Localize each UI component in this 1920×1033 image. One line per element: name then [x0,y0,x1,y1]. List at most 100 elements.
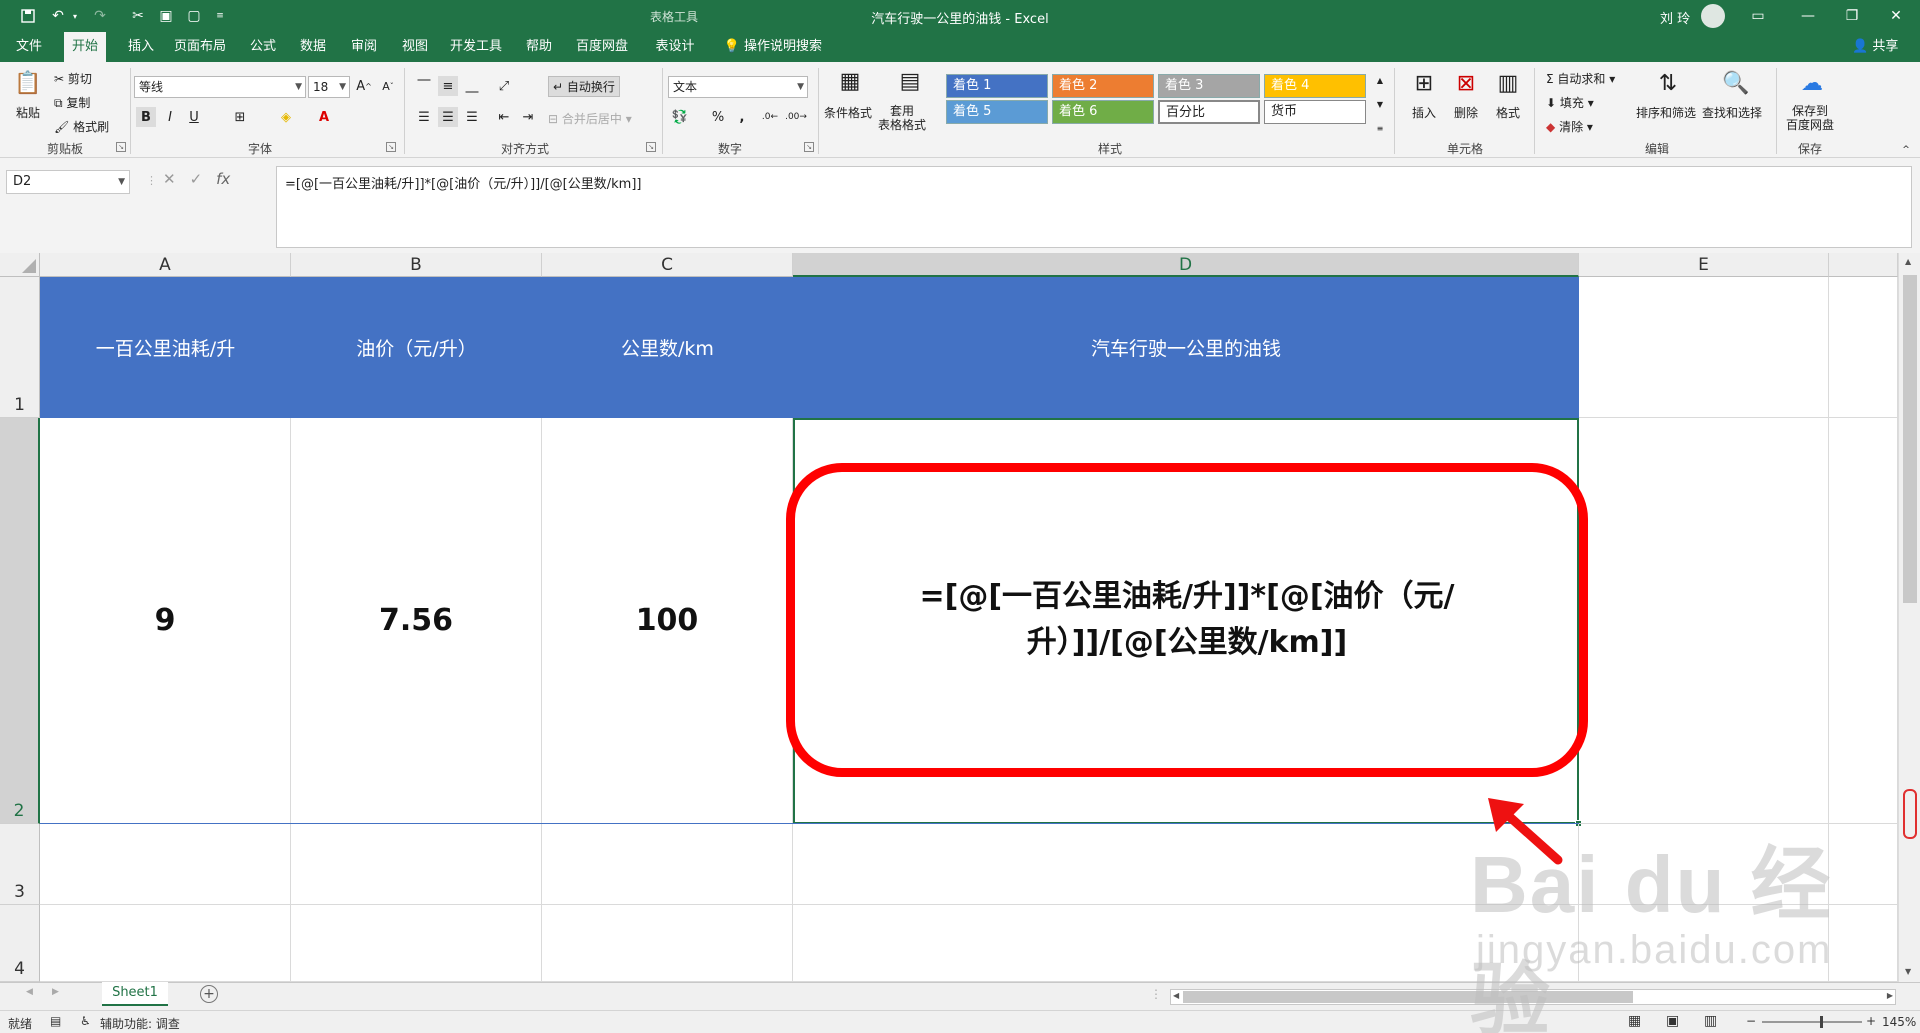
column-header-a[interactable]: A [40,253,291,277]
fill-button[interactable]: ⬇ 填充 ▾ [1546,94,1594,111]
scroll-left-icon[interactable]: ◀ [1173,991,1179,1000]
shrink-font-icon[interactable]: Aˇ [378,76,398,96]
tab-home[interactable]: 开始 [64,32,106,62]
page-break-icon[interactable]: ▥ [1704,1013,1717,1029]
formula-input[interactable]: =[@[一百公里油耗/升]]*[@[油价（元/升）]]/[@[公里数/km]] [276,166,1912,248]
cancel-icon[interactable]: ✕ [163,170,176,194]
orientation-icon[interactable]: ⤢ [494,76,514,96]
column-header-e[interactable]: E [1579,253,1829,277]
italic-button[interactable]: I [160,107,180,127]
save-as-icon[interactable]: ▣ [156,6,176,26]
zoom-slider[interactable] [1762,1021,1862,1023]
table-value-cell[interactable]: 9 [40,418,291,824]
cell-style-8[interactable]: 货币 [1264,100,1366,124]
tab-data[interactable]: 数据 [292,32,334,62]
cell-style-7[interactable]: 百分比 [1158,100,1260,124]
align-center-icon[interactable]: ☰ [438,107,458,127]
row-header-2[interactable]: 2 [0,418,40,824]
align-top-icon[interactable]: ⎺ [414,76,434,96]
cut-button[interactable]: ✂ 剪切 [54,70,92,87]
close-icon[interactable]: ✕ [1876,4,1916,28]
delete-cells-icon[interactable]: ⊠ [1450,68,1482,98]
row-header-1[interactable]: 1 [0,277,40,418]
horizontal-scrollbar[interactable]: ◀ ▶ [1170,989,1896,1005]
number-launcher-icon[interactable]: ↘ [804,142,814,152]
table-header-cell[interactable]: 油价（元/升） [291,277,542,418]
table-header-cell[interactable]: 汽车行驶一公里的油钱 [793,277,1579,418]
macro-record-icon[interactable]: ▤ [50,1014,61,1028]
sort-filter-icon[interactable]: ⇅ [1652,68,1684,98]
tab-review[interactable]: 审阅 [343,32,385,62]
decrease-indent-icon[interactable]: ⇤ [494,107,514,127]
clipboard-launcher-icon[interactable]: ↘ [116,142,126,152]
empty-cell[interactable] [1829,905,1898,982]
table-header-cell[interactable]: 一百公里油耗/升 [40,277,291,418]
merge-center-button[interactable]: ⊟ 合并后居中 ▾ [548,110,632,127]
cell-style-3[interactable]: 着色 3 [1158,74,1260,98]
redo-icon[interactable]: ↷ [90,6,110,26]
save-icon[interactable] [18,6,38,26]
clear-button[interactable]: ◆ 清除 ▾ [1546,118,1593,135]
horizontal-scroll-thumb[interactable] [1183,991,1633,1003]
column-header-d[interactable]: D [793,253,1579,277]
align-right-icon[interactable]: ☰ [462,107,482,127]
empty-cell[interactable] [1829,277,1898,418]
alignment-launcher-icon[interactable]: ↘ [646,142,656,152]
scroll-down-icon[interactable]: ▼ [1905,967,1911,976]
fill-color-icon[interactable]: ◈ [276,107,296,127]
table-header-cell[interactable]: 公里数/km [542,277,793,418]
tab-split-icon[interactable]: ⋮ [1150,987,1162,1001]
minimize-icon[interactable]: — [1788,4,1828,28]
customize-qa-icon[interactable]: ≡ [214,6,226,26]
font-size-select[interactable]: 18 ▼ [308,76,350,98]
tab-developer[interactable]: 开发工具 [446,32,506,62]
empty-cell[interactable] [291,824,542,905]
zoom-out-icon[interactable]: − [1746,1014,1756,1028]
align-middle-icon[interactable]: ≡ [438,76,458,96]
tab-table-design[interactable]: 表设计 [648,32,702,62]
insert-function-icon[interactable]: fx [216,170,230,194]
table-value-cell[interactable]: 100 [542,418,793,824]
increase-decimal-icon[interactable]: .0← [760,107,780,127]
collapse-ribbon-icon[interactable]: ^ [1896,140,1916,160]
conditional-format-button[interactable]: 条件格式 [824,104,872,121]
table-value-cell[interactable]: 7.56 [291,418,542,824]
vertical-scrollbar[interactable]: ▲ ▼ [1898,253,1920,982]
save-to-netdisk-button[interactable]: 保存到 百度网盘 [1786,104,1834,132]
empty-cell[interactable] [542,905,793,982]
enter-icon[interactable]: ✓ [190,170,203,194]
tab-formulas[interactable]: 公式 [242,32,284,62]
currency-icon[interactable]: 💱 [670,107,690,127]
tab-view[interactable]: 视图 [394,32,436,62]
autosum-button[interactable]: Σ 自动求和 ▾ [1546,70,1615,87]
paste-button[interactable]: 粘贴 [16,104,40,121]
scroll-right-icon[interactable]: ▶ [1887,991,1893,1000]
scroll-up-icon[interactable]: ▲ [1905,257,1911,266]
cell-style-6[interactable]: 着色 6 [1052,100,1154,124]
select-all-corner[interactable] [0,253,40,277]
number-format-select[interactable]: 文本 ▼ [668,76,808,98]
font-color-icon[interactable]: A [314,107,334,127]
empty-cell[interactable] [793,905,1579,982]
row-header-4[interactable]: 4 [0,905,40,982]
percent-icon[interactable]: % [708,107,728,127]
delete-cells-button[interactable]: 删除 [1454,104,1478,121]
name-box[interactable]: D2 ▼ [6,170,130,194]
sheet-next-icon[interactable]: ▶ [52,987,59,997]
undo-dropdown-icon[interactable]: ▾ [70,6,80,26]
zoom-level[interactable]: 145% [1882,1015,1916,1029]
cell-style-5[interactable]: 着色 5 [946,100,1048,124]
sheet-tab-sheet1[interactable]: Sheet1 [102,982,168,1006]
accessibility-icon[interactable]: ♿ [80,1014,91,1028]
increase-indent-icon[interactable]: ⇥ [518,107,538,127]
zoom-in-icon[interactable]: + [1866,1014,1876,1028]
align-left-icon[interactable]: ☰ [414,107,434,127]
column-header-f[interactable] [1829,253,1898,277]
page-layout-icon[interactable]: ▣ [1666,1013,1679,1029]
accessibility-status[interactable]: 辅助功能: 调查 [100,1015,180,1032]
empty-cell[interactable] [542,824,793,905]
user-name[interactable]: 刘 玲 [1660,8,1690,27]
insert-cells-button[interactable]: 插入 [1412,104,1436,121]
wrap-text-button[interactable]: ↵ 自动换行 [548,76,620,97]
decrease-decimal-icon[interactable]: .00→ [785,107,807,127]
